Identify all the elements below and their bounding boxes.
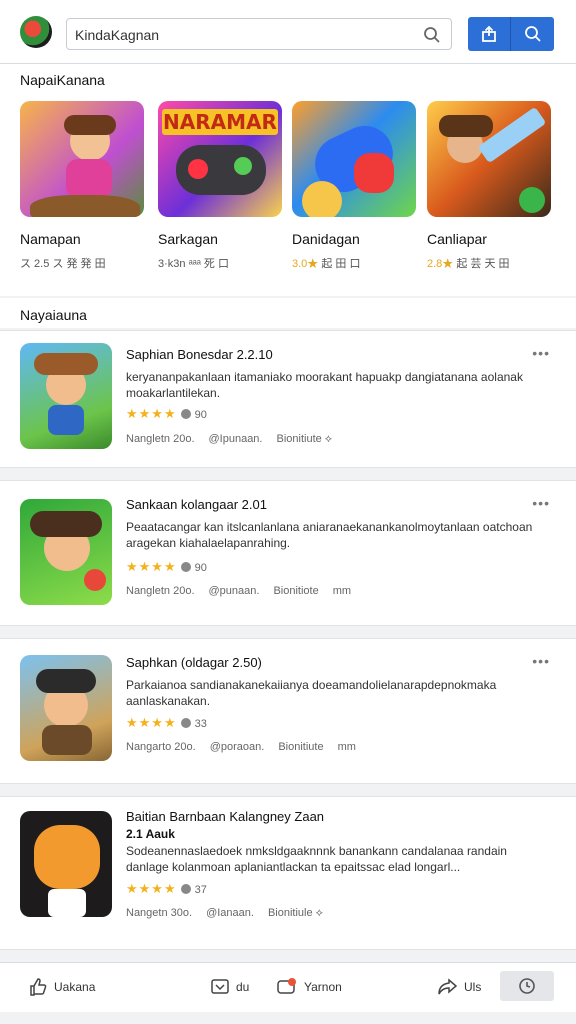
- item-title[interactable]: Baitian Barnbaan Kalangney Zaan: [126, 809, 324, 824]
- item-description: Parkaianoa sandianakanekaiianya doeamand…: [126, 678, 497, 708]
- thumbs-up-icon: [30, 978, 47, 996]
- rating-icon: [180, 409, 191, 419]
- tile-meta: 3·k3n ᵃᵃᵃ 死 口: [158, 258, 229, 270]
- item-footer: Nangetn 30o. @Ianaan. Bionitiule ⟡: [126, 907, 323, 919]
- game-banner: NARAMAR: [162, 109, 278, 135]
- report-button[interactable]: Yarnon: [276, 975, 342, 999]
- more-options-icon[interactable]: •••: [532, 653, 550, 669]
- rating-count: 37: [194, 884, 207, 896]
- featured-tile[interactable]: Danidagan 3.0★ 起 田 口: [292, 101, 416, 270]
- bottom-nav: Uakana du Yarnon Uls: [0, 962, 576, 1012]
- tile-name: Sarkagan: [158, 231, 218, 247]
- rating-icon: [180, 562, 191, 572]
- item-footer: Nangletn 20o. @Ipunaan. Bionitiute ⟡: [126, 433, 333, 445]
- message-button[interactable]: du: [210, 975, 249, 999]
- rating-stars: ★★★★: [126, 406, 177, 421]
- more-options-icon[interactable]: •••: [532, 345, 550, 361]
- share-label: Uls: [464, 980, 482, 994]
- item-description: Peaatacangar kan itslcanlanlana aniarana…: [126, 520, 533, 550]
- search-icon[interactable]: [423, 26, 441, 44]
- game-icon: [20, 811, 112, 917]
- item-title[interactable]: Sankaan kolangaar 2.01: [126, 497, 267, 512]
- search-box[interactable]: [66, 18, 452, 50]
- featured-title: NapaiKanana: [20, 72, 105, 88]
- item-title[interactable]: Saphian Bonesdar 2.2.10: [126, 347, 273, 362]
- rating-stars: ★★★★: [126, 881, 177, 896]
- game-icon: [20, 655, 112, 761]
- item-footer: Nangarto 20o. @poraoan. Bionitiute mm: [126, 741, 356, 753]
- tile-meta: ス 2.5 ス 発 発 田: [20, 258, 106, 270]
- list-item[interactable]: Baitian Barnbaan Kalangney Zaan 2.1 Aauk…: [0, 796, 576, 950]
- tile-name: Namapan: [20, 231, 81, 247]
- tile-meta: 3.0★ 起 田 口: [292, 258, 361, 270]
- rating-icon: [180, 884, 191, 894]
- item-title[interactable]: Saphkan (oldagar 2.50): [126, 655, 262, 670]
- list-item[interactable]: Saphkan (oldagar 2.50) ••• Parkaianoa sa…: [0, 638, 576, 784]
- like-label: Uakana: [54, 980, 96, 994]
- app-logo[interactable]: [20, 16, 52, 48]
- featured-section: NapaiKanana Namapan ス 2.5 ス 発 発 田 NARAMA…: [0, 64, 576, 296]
- clock-icon: [519, 978, 535, 994]
- game-icon: [20, 343, 112, 449]
- action-button-group: [468, 17, 554, 51]
- list-header: Nayaiauna: [0, 298, 576, 328]
- search-input[interactable]: [75, 25, 415, 45]
- list-item[interactable]: Saphian Bonesdar 2.2.10 ••• keryananpaka…: [0, 330, 576, 468]
- featured-tile[interactable]: Namapan ス 2.5 ス 発 発 田: [20, 101, 144, 270]
- item-rating: ★★★★ 90: [126, 559, 207, 575]
- history-button[interactable]: [500, 971, 554, 1001]
- featured-tile[interactable]: Canliapar 2.8★ 起 芸 天 田: [427, 101, 551, 270]
- report-label: Yarnon: [304, 980, 342, 994]
- game-art: [292, 101, 416, 217]
- list-title: Nayaiauna: [20, 307, 87, 323]
- rating-icon: [180, 718, 191, 728]
- item-rating: ★★★★ 90: [126, 406, 207, 422]
- share-button[interactable]: Uls: [436, 975, 481, 999]
- list-item[interactable]: Sankaan kolangaar 2.01 ••• Peaatacangar …: [0, 480, 576, 626]
- item-rating: ★★★★ 37: [126, 881, 207, 897]
- search-button[interactable]: [511, 17, 554, 51]
- item-footer: Nangletn 20o. @punaan. Bionitiote mm: [126, 585, 352, 597]
- tile-meta: 2.8★ 起 芸 天 田: [427, 258, 510, 270]
- rating-count: 90: [194, 409, 207, 421]
- upload-button[interactable]: [468, 17, 511, 51]
- featured-tile[interactable]: NARAMAR Sarkagan 3·k3n ᵃᵃᵃ 死 口: [158, 101, 282, 270]
- more-options-icon[interactable]: •••: [532, 495, 550, 511]
- message-label: du: [236, 980, 250, 994]
- search-icon: [524, 26, 541, 42]
- tile-name: Canliapar: [427, 231, 487, 247]
- like-button[interactable]: Uakana: [28, 975, 95, 999]
- item-description: Sodeanennaslaedoek nmksldgaaknnnk banank…: [126, 844, 507, 874]
- rating-count: 33: [194, 718, 207, 730]
- game-art: [427, 101, 551, 217]
- item-version: 2.1 Aauk: [126, 827, 175, 841]
- game-art: [20, 101, 144, 217]
- message-icon: [211, 979, 229, 994]
- rating-stars: ★★★★: [126, 559, 177, 574]
- game-icon: [20, 499, 112, 605]
- rating-stars: ★★★★: [126, 715, 177, 730]
- top-bar: [0, 0, 576, 64]
- share-icon: [438, 978, 458, 995]
- game-art: NARAMAR: [158, 101, 282, 217]
- rating-count: 90: [194, 562, 207, 574]
- flag-icon: [277, 978, 296, 994]
- tile-name: Danidagan: [292, 231, 360, 247]
- item-description: keryananpakanlaan itamaniako moorakant h…: [126, 370, 523, 400]
- item-rating: ★★★★ 33: [126, 715, 207, 731]
- upload-icon: [482, 25, 496, 42]
